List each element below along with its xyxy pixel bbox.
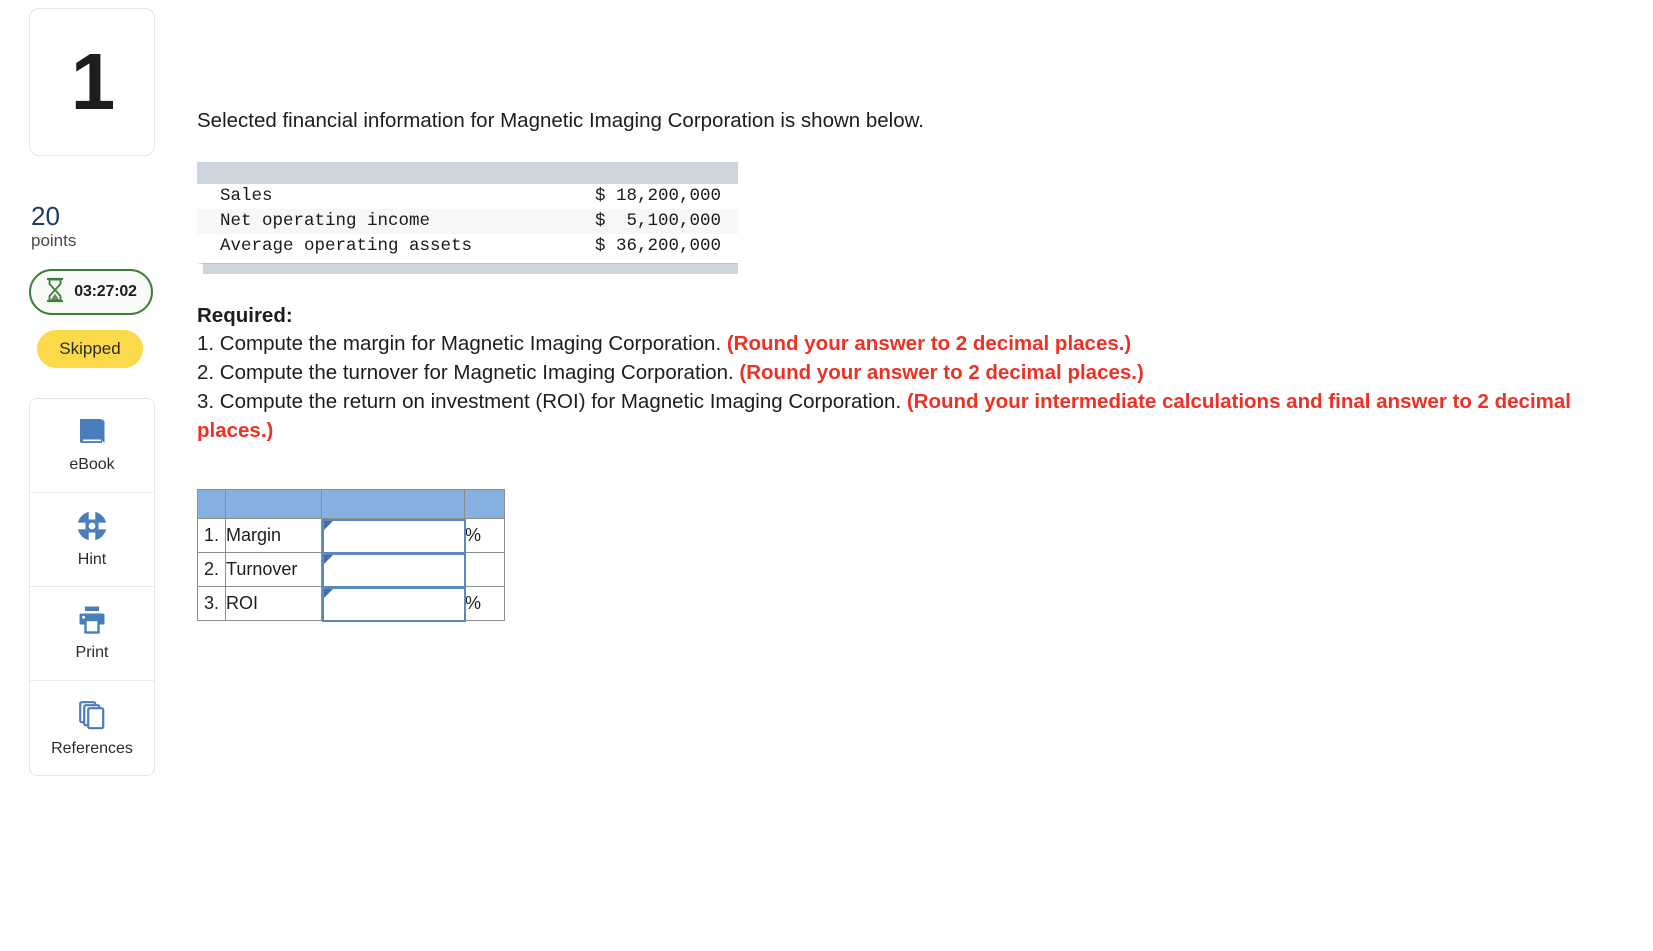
table-row: Net operating income $ 5,100,000 — [197, 208, 738, 234]
financial-table-scrollbar[interactable] — [197, 262, 738, 274]
tool-hint[interactable]: Hint — [30, 493, 154, 588]
required-item-3: 3. Compute the return on investment (ROI… — [197, 388, 1577, 446]
answer-cell-turnover[interactable] — [321, 551, 466, 588]
financial-table-header-band — [197, 161, 738, 184]
header-cell-value — [321, 488, 465, 519]
row-value: $ 18,200,000 — [594, 185, 721, 206]
answer-input-wrapper[interactable] — [322, 586, 466, 622]
printer-icon — [76, 605, 108, 635]
question-number-card: 1 — [29, 8, 155, 156]
cell-corner-triangle-icon — [324, 520, 333, 530]
header-cell-unit — [464, 488, 505, 519]
row-number: 2. — [197, 551, 226, 587]
question-sidebar: 1 20 points 03:27:02 Skipped eBook Hint … — [29, 8, 157, 777]
answer-input-wrapper[interactable] — [322, 518, 466, 554]
required-item-text: 1. Compute the margin for Magnetic Imagi… — [197, 332, 727, 356]
row-unit — [464, 551, 505, 587]
intro-text: Selected financial information for Magne… — [197, 109, 924, 132]
roi-input[interactable] — [334, 588, 462, 620]
row-number: 3. — [197, 585, 226, 621]
hourglass-icon — [45, 277, 65, 308]
required-item-text: 3. Compute the return on investment (ROI… — [197, 390, 907, 414]
tool-label: eBook — [69, 456, 115, 474]
tool-label: References — [51, 739, 133, 757]
required-item-1: 1. Compute the margin for Magnetic Imagi… — [197, 330, 1577, 359]
header-cell-num — [197, 488, 226, 519]
timer-value: 03:27:02 — [74, 283, 137, 301]
tool-references[interactable]: References — [30, 681, 154, 775]
points-value: 20 — [31, 201, 60, 231]
turnover-input[interactable] — [334, 554, 462, 586]
row-label: ROI — [225, 585, 322, 621]
answer-table-header-row — [197, 488, 505, 519]
row-label: Net operating income — [220, 210, 431, 231]
answer-cell-margin[interactable] — [321, 517, 466, 554]
table-row: 2. Turnover — [197, 551, 505, 588]
required-title: Required: — [197, 303, 293, 327]
required-item-2: 2. Compute the turnover for Magnetic Ima… — [197, 359, 1577, 388]
points-block: 20 points — [29, 202, 157, 253]
row-value: $ 5,100,000 — [594, 210, 721, 231]
financial-data-table: Sales $ 18,200,000 Net operating income … — [197, 161, 738, 274]
lifebuoy-icon — [76, 510, 108, 542]
tool-label: Hint — [77, 551, 107, 569]
table-row: 1. Margin % — [197, 517, 505, 554]
answer-table: 1. Margin % 2. Turnover 3. ROI % — [197, 488, 505, 622]
tool-ebook[interactable]: eBook — [30, 399, 154, 494]
row-unit: % — [464, 585, 505, 621]
question-body: Selected financial information for Magne… — [197, 0, 1653, 622]
row-label: Turnover — [225, 551, 322, 587]
row-label: Margin — [225, 517, 322, 553]
tool-label: Print — [75, 644, 109, 662]
timer-badge: 03:27:02 — [29, 269, 153, 316]
row-number: 1. — [197, 517, 226, 553]
table-row: Sales $ 18,200,000 — [197, 184, 738, 209]
question-number: 1 — [70, 37, 115, 126]
answer-table-wrap: 1. Margin % 2. Turnover 3. ROI % — [197, 488, 1653, 622]
book-icon — [76, 417, 108, 447]
points-label: points — [31, 231, 77, 251]
status-badge-label: Skipped — [59, 339, 121, 359]
copy-pages-icon — [76, 699, 108, 731]
required-item-text: 2. Compute the turnover for Magnetic Ima… — [197, 361, 740, 385]
answer-input-wrapper[interactable] — [322, 552, 466, 588]
tool-panel: eBook Hint Print References — [29, 398, 155, 777]
cell-corner-triangle-icon — [324, 588, 333, 598]
required-section: Required: 1. Compute the margin for Magn… — [197, 302, 1577, 446]
required-item-emphasis: (Round your answer to 2 decimal places.) — [726, 332, 1132, 356]
tool-print[interactable]: Print — [30, 587, 154, 682]
status-badge: Skipped — [37, 330, 143, 369]
required-item-emphasis: (Round your answer to 2 decimal places.) — [739, 361, 1144, 385]
margin-input[interactable] — [334, 520, 462, 552]
cell-corner-triangle-icon — [324, 554, 333, 564]
answer-cell-roi[interactable] — [321, 585, 466, 622]
row-label: Average operating assets — [220, 235, 473, 256]
row-unit: % — [464, 517, 505, 553]
row-value: $ 36,200,000 — [594, 235, 721, 256]
header-cell-label — [225, 488, 322, 519]
table-row: 3. ROI % — [197, 585, 505, 622]
row-label: Sales — [220, 185, 273, 206]
table-row: Average operating assets $ 36,200,000 — [197, 234, 738, 259]
